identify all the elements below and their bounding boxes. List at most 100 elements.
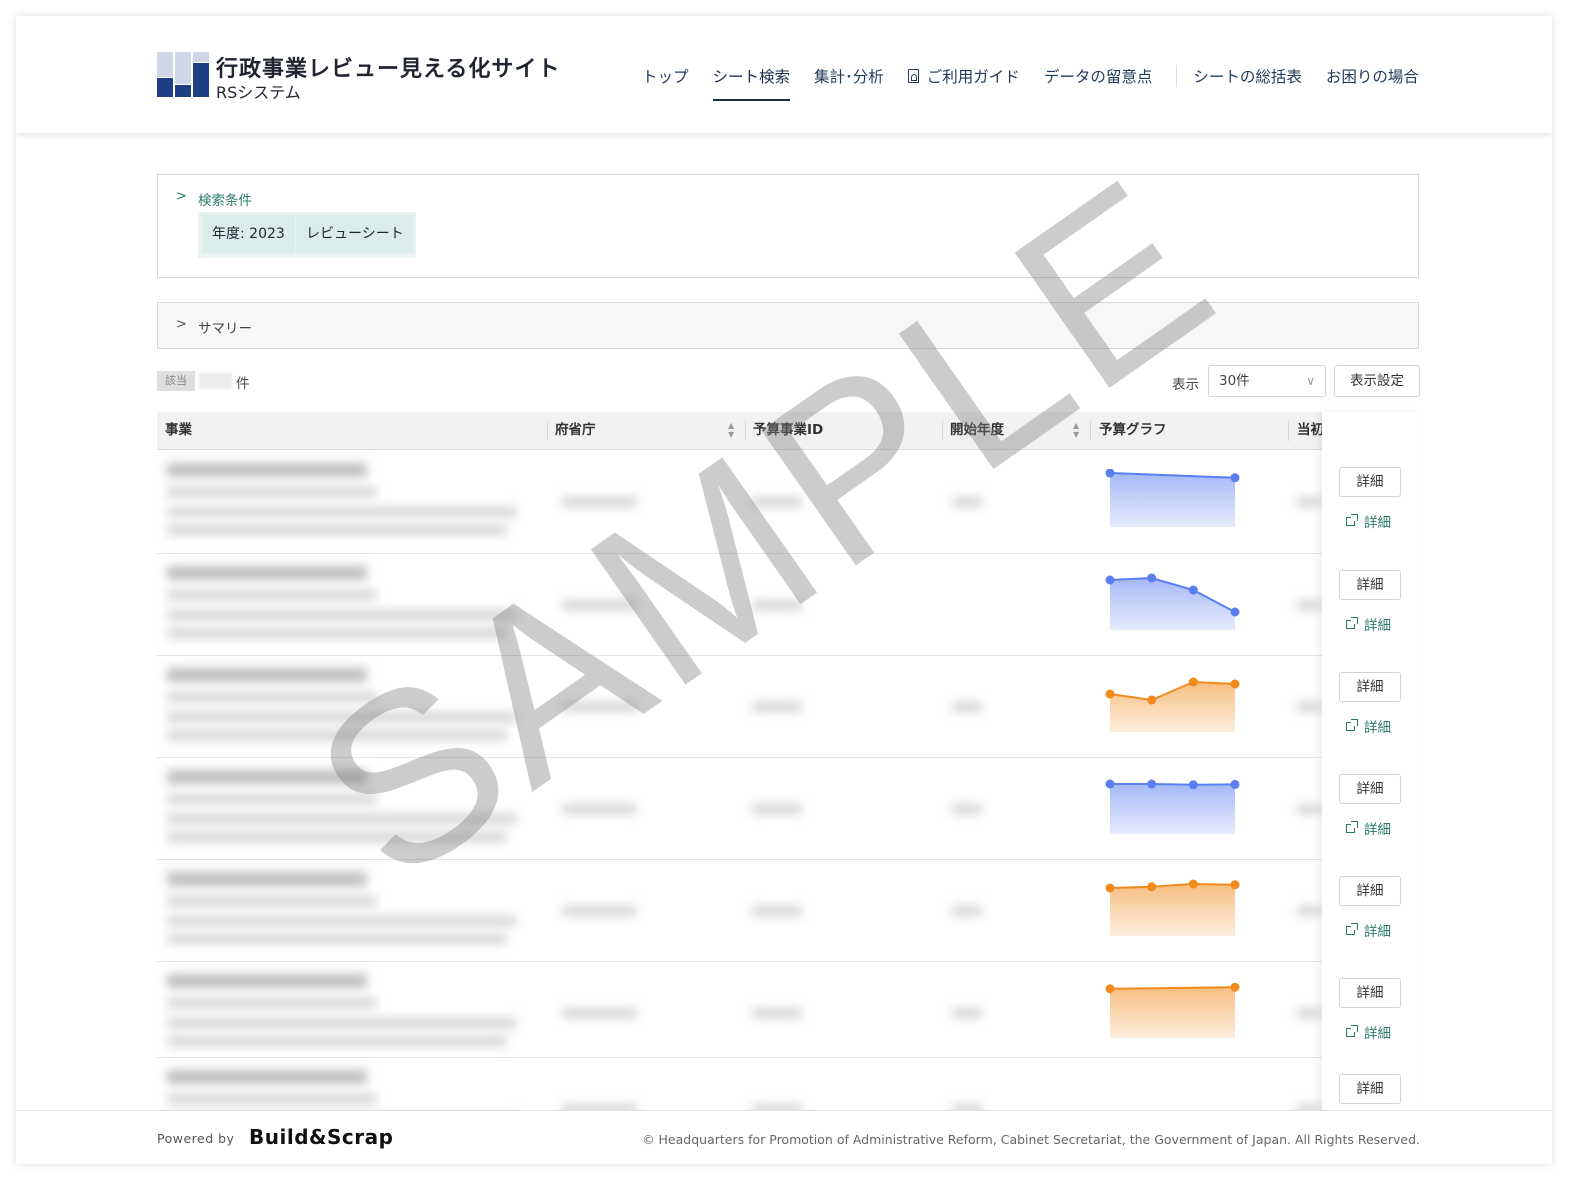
redacted-text [1297, 906, 1322, 916]
display-settings-button[interactable]: 表示設定 [1334, 365, 1420, 397]
redacted-text [167, 896, 377, 906]
nav-guide[interactable]: ご利用ガイド [907, 65, 1020, 101]
budget-point [1230, 473, 1240, 483]
main-nav: トップ シート検索 集計･分析 ご利用ガイド データの留意点 シートの総括表 お… [642, 65, 1443, 105]
page-frame: 行政事業レビュー見える化サイト RSシステム トップ シート検索 集計･分析 ご… [16, 16, 1552, 1164]
column-header-ministry[interactable]: 府省庁 [555, 412, 596, 449]
sort-icon[interactable]: ▲ ▼ [1073, 421, 1079, 439]
redacted-text [952, 1008, 982, 1018]
nav-help[interactable]: お困りの場合 [1326, 65, 1419, 101]
redacted-text [167, 1094, 377, 1104]
redacted-text [167, 692, 377, 702]
detail-link-external[interactable]: 詳細 [1346, 614, 1391, 634]
nav-divider [1176, 65, 1178, 87]
redacted-text [167, 1070, 367, 1084]
redacted-text [167, 832, 507, 842]
column-header-budget-graph: 予算グラフ [1099, 422, 1167, 438]
detail-link-external[interactable]: 詳細 [1346, 818, 1391, 838]
redacted-text [562, 906, 637, 916]
budget-sparkline [1105, 879, 1240, 936]
condition-tag-year[interactable]: 年度: 2023 [202, 215, 295, 253]
search-conditions-toggle[interactable]: 検索条件 [198, 189, 252, 209]
chevron-down-icon: ∨ [1306, 374, 1315, 388]
column-header-budget-id[interactable]: 予算事業ID [753, 412, 823, 449]
chevron-right-icon[interactable]: > [176, 189, 187, 204]
redacted-text [167, 610, 517, 620]
detail-link-label: 詳細 [1364, 924, 1391, 940]
chevron-right-icon[interactable]: > [176, 317, 187, 332]
budget-sparkline [1105, 982, 1240, 1038]
nav-sheet-search[interactable]: シート検索 [712, 65, 790, 101]
summary-toggle[interactable]: サマリー [198, 317, 252, 337]
redacted-text [167, 525, 507, 535]
redacted-text [562, 497, 637, 507]
budget-area [1110, 884, 1235, 936]
detail-button[interactable]: 詳細 [1339, 978, 1401, 1008]
redacted-text [562, 702, 637, 712]
brand-logo[interactable]: Build&Scrap [249, 1125, 393, 1149]
redacted-text [167, 566, 367, 580]
budget-point [1147, 695, 1157, 705]
redacted-text [952, 906, 982, 916]
detail-button[interactable]: 詳細 [1339, 672, 1401, 702]
column-header-project[interactable]: 事業 [165, 412, 192, 449]
detail-button[interactable]: 詳細 [1339, 876, 1401, 906]
redacted-text [167, 974, 367, 988]
table-row [157, 860, 1419, 962]
detail-button[interactable]: 詳細 [1339, 467, 1401, 497]
column-header-initial[interactable]: 当初 [1297, 412, 1324, 449]
nav-analysis[interactable]: 集計･分析 [814, 65, 884, 101]
redacted-text [952, 804, 982, 814]
budget-point [1188, 879, 1198, 889]
summary-panel[interactable]: > サマリー [157, 302, 1419, 349]
redacted-text [167, 916, 517, 926]
detail-button[interactable]: 詳細 [1339, 570, 1401, 600]
budget-area [1110, 682, 1235, 732]
redacted-text [167, 998, 377, 1008]
redacted-text [167, 487, 377, 497]
sort-icon[interactable]: ▲ ▼ [728, 421, 734, 439]
external-link-icon [1346, 513, 1358, 526]
budget-sparkline [1105, 677, 1240, 732]
detail-button[interactable]: 詳細 [1339, 774, 1401, 804]
redacted-text [167, 794, 377, 804]
budget-point [1230, 779, 1240, 789]
nav-summary-table[interactable]: シートの総括表 [1193, 65, 1302, 101]
column-header-start-year[interactable]: 開始年度 [950, 412, 1004, 449]
condition-tags: 年度: 2023 レビューシート [198, 212, 416, 258]
budget-point [1105, 984, 1115, 994]
detail-button[interactable]: 詳細 [1339, 1074, 1401, 1104]
nav-top[interactable]: トップ [642, 65, 689, 101]
budget-point [1147, 779, 1157, 789]
detail-link-external[interactable]: 詳細 [1346, 920, 1391, 940]
budget-point [1188, 780, 1198, 790]
redacted-text [167, 770, 367, 784]
redacted-text [167, 507, 517, 517]
redacted-text [1297, 497, 1322, 507]
budget-area [1110, 473, 1235, 527]
powered-by-label: Powered by [157, 1131, 235, 1146]
redacted-text [167, 668, 367, 682]
budget-point [1230, 679, 1240, 689]
budget-area [1110, 578, 1235, 630]
per-page-select[interactable]: 30件 ∨ [1208, 365, 1326, 397]
detail-link-label: 詳細 [1364, 1026, 1391, 1042]
budget-line [1110, 783, 1236, 786]
table-row [157, 758, 1419, 860]
budget-sparkline [1105, 469, 1240, 527]
site-logo-icon[interactable] [157, 52, 209, 97]
budget-point [1230, 982, 1240, 992]
budget-point [1105, 883, 1115, 893]
detail-link-external[interactable]: 詳細 [1346, 716, 1391, 736]
redacted-text [1297, 1008, 1322, 1018]
redacted-text [752, 906, 802, 916]
result-count-label: 該当 [157, 371, 195, 391]
condition-tag-sheet-type[interactable]: レビューシート [296, 215, 414, 253]
external-link-icon [1346, 1024, 1358, 1037]
budget-area [1110, 784, 1235, 834]
detail-link-external[interactable]: 詳細 [1346, 511, 1391, 531]
redacted-text [952, 497, 982, 507]
redacted-text [167, 814, 517, 824]
detail-link-external[interactable]: 詳細 [1346, 1022, 1391, 1042]
nav-data-notes[interactable]: データの留意点 [1044, 65, 1153, 101]
